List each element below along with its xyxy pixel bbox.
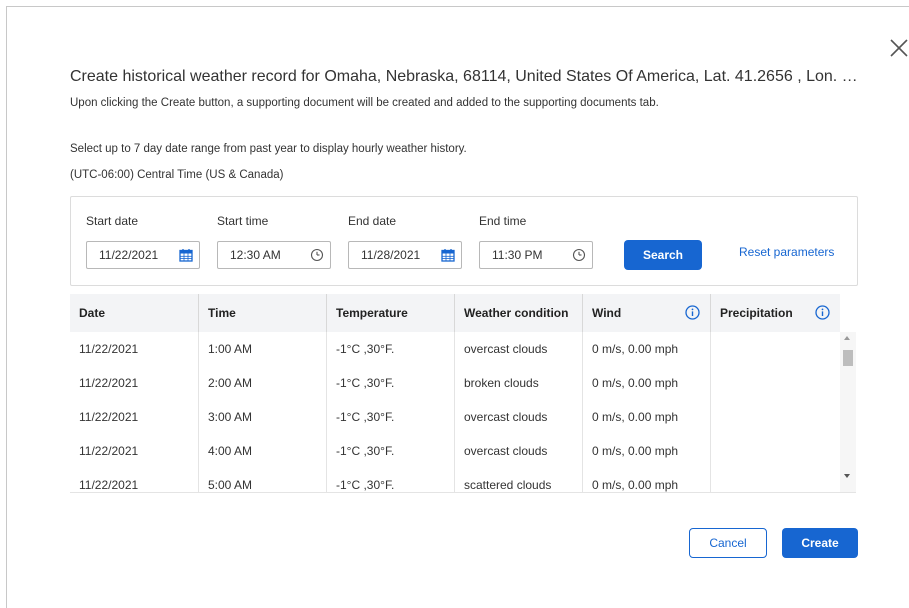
cell-temperature: -1°C ,30°F. <box>327 332 455 366</box>
cell-wind: 0 m/s, 0.00 mph <box>583 366 711 400</box>
scroll-up-arrow-icon[interactable] <box>844 336 850 340</box>
table-row[interactable]: 11/22/2021 4:00 AM -1°C ,30°F. overcast … <box>70 434 840 469</box>
info-icon[interactable] <box>815 305 830 320</box>
scrollbar-thumb[interactable] <box>843 350 853 366</box>
cell-time: 1:00 AM <box>199 332 327 366</box>
end-date-field[interactable]: 11/28/2021 <box>348 241 462 269</box>
search-parameters-panel: Start date 11/22/2021 Start time 12:30 A… <box>70 196 858 286</box>
info-icon[interactable] <box>685 305 700 320</box>
cell-time: 5:00 AM <box>199 468 327 492</box>
start-time-label: Start time <box>217 214 269 228</box>
cell-precipitation <box>711 434 840 468</box>
cell-weather-condition: overcast clouds <box>455 332 583 366</box>
cell-weather-condition: broken clouds <box>455 366 583 400</box>
cell-time: 2:00 AM <box>199 366 327 400</box>
cell-date: 11/22/2021 <box>70 434 199 468</box>
start-time-field[interactable]: 12:30 AM <box>217 241 331 269</box>
cell-precipitation <box>711 366 840 400</box>
cell-weather-condition: overcast clouds <box>455 400 583 434</box>
cell-temperature: -1°C ,30°F. <box>327 400 455 434</box>
close-button[interactable] <box>888 37 909 59</box>
cell-weather-condition: overcast clouds <box>455 434 583 468</box>
start-date-label: Start date <box>86 214 139 228</box>
table-header: Date Time Temperature Weather condition … <box>70 294 840 333</box>
end-date-label: End date <box>348 214 397 228</box>
cell-weather-condition: scattered clouds <box>455 468 583 492</box>
reset-parameters-link[interactable]: Reset parameters <box>739 245 834 259</box>
calendar-icon[interactable] <box>441 248 455 262</box>
dialog-title: Create historical weather record for Oma… <box>70 68 860 85</box>
cell-time: 4:00 AM <box>199 434 327 468</box>
scroll-down-arrow-icon[interactable] <box>844 474 850 478</box>
cell-wind: 0 m/s, 0.00 mph <box>583 400 711 434</box>
search-button[interactable]: Search <box>624 240 702 270</box>
cell-precipitation <box>711 468 840 492</box>
table-row[interactable]: 11/22/2021 1:00 AM -1°C ,30°F. overcast … <box>70 332 840 367</box>
cancel-button[interactable]: Cancel <box>689 528 767 558</box>
start-date-field[interactable]: 11/22/2021 <box>86 241 200 269</box>
header-wind[interactable]: Wind <box>583 294 711 332</box>
calendar-icon[interactable] <box>179 248 193 262</box>
end-time-label: End time <box>479 214 527 228</box>
end-time-value: 11:30 PM <box>492 248 543 262</box>
cell-precipitation <box>711 400 840 434</box>
clock-icon[interactable] <box>572 248 586 262</box>
table-row[interactable]: 11/22/2021 3:00 AM -1°C ,30°F. overcast … <box>70 400 840 435</box>
table-scrollbar[interactable] <box>840 332 856 492</box>
cell-date: 11/22/2021 <box>70 332 199 366</box>
cell-precipitation <box>711 332 840 366</box>
cell-temperature: -1°C ,30°F. <box>327 468 455 492</box>
cell-date: 11/22/2021 <box>70 366 199 400</box>
cell-date: 11/22/2021 <box>70 468 199 492</box>
header-date[interactable]: Date <box>70 294 199 332</box>
cell-date: 11/22/2021 <box>70 400 199 434</box>
cell-wind: 0 m/s, 0.00 mph <box>583 434 711 468</box>
table-row[interactable]: 11/22/2021 5:00 AM -1°C ,30°F. scattered… <box>70 468 840 492</box>
header-time[interactable]: Time <box>199 294 327 332</box>
close-icon <box>890 39 908 57</box>
cell-temperature: -1°C ,30°F. <box>327 366 455 400</box>
dialog-subtitle: Upon clicking the Create button, a suppo… <box>70 97 659 109</box>
clock-icon[interactable] <box>310 248 324 262</box>
cell-wind: 0 m/s, 0.00 mph <box>583 468 711 492</box>
date-range-hint: Select up to 7 day date range from past … <box>70 143 467 155</box>
table-row[interactable]: 11/22/2021 2:00 AM -1°C ,30°F. broken cl… <box>70 366 840 401</box>
cell-temperature: -1°C ,30°F. <box>327 434 455 468</box>
start-time-value: 12:30 AM <box>230 248 281 262</box>
end-date-value: 11/28/2021 <box>361 248 421 262</box>
end-time-field[interactable]: 11:30 PM <box>479 241 593 269</box>
header-weather-condition[interactable]: Weather condition <box>455 294 583 332</box>
header-temperature[interactable]: Temperature <box>327 294 455 332</box>
weather-history-table: Date Time Temperature Weather condition … <box>70 294 856 493</box>
timezone-label: (UTC-06:00) Central Time (US & Canada) <box>70 169 284 181</box>
header-precipitation[interactable]: Precipitation <box>711 294 840 332</box>
cell-wind: 0 m/s, 0.00 mph <box>583 332 711 366</box>
start-date-value: 11/22/2021 <box>99 248 159 262</box>
cell-time: 3:00 AM <box>199 400 327 434</box>
create-button[interactable]: Create <box>782 528 858 558</box>
